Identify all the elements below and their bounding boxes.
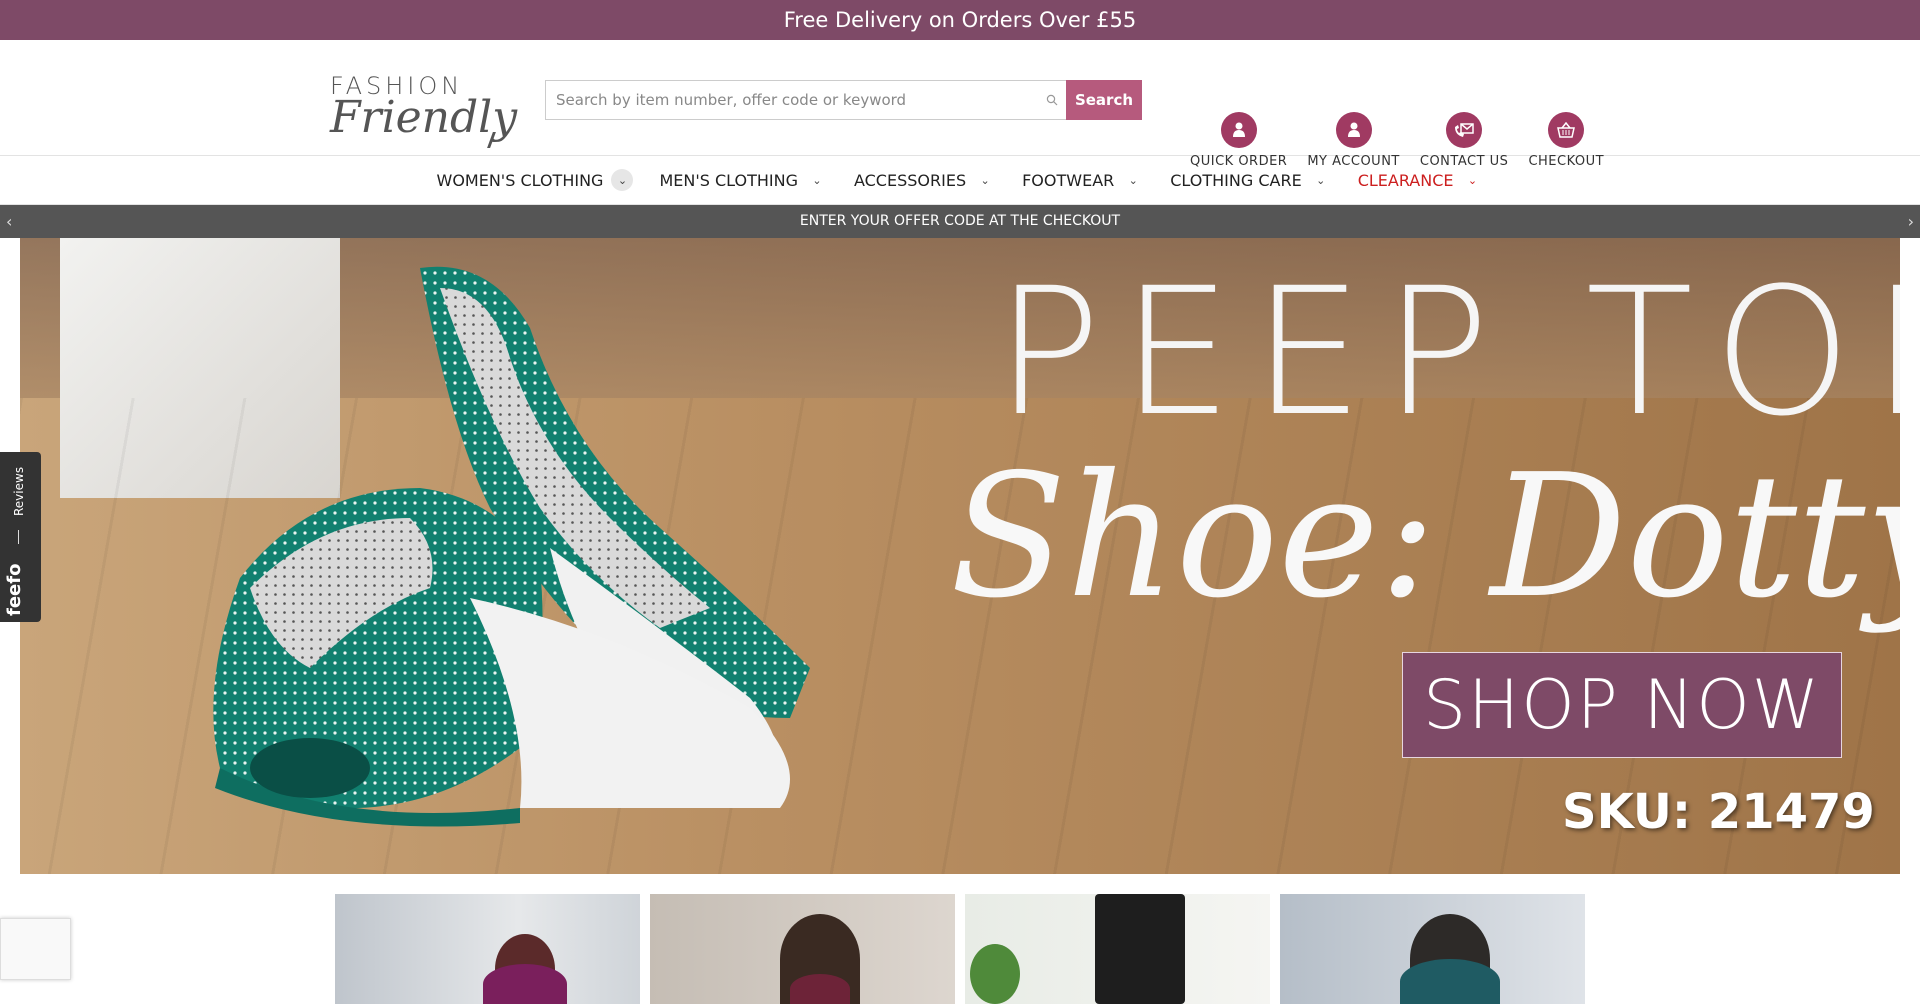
hero-title: PEEP TOE bbox=[995, 250, 1900, 455]
checkout-link[interactable]: CHECKOUT bbox=[1528, 112, 1604, 169]
nav-womens-clothing[interactable]: WOMEN'S CLOTHING ⌄ bbox=[437, 169, 634, 191]
plant-image bbox=[970, 944, 1020, 1004]
chevron-left-icon[interactable]: ‹ bbox=[6, 205, 12, 238]
nav-clearance[interactable]: CLEARANCE ⌄ bbox=[1358, 169, 1484, 191]
trousers-image bbox=[1095, 894, 1185, 1004]
header-links: QUICK ORDER MY ACCOUNT CONTACT US CHECKO… bbox=[1190, 112, 1624, 169]
search-form: Search bbox=[545, 80, 1142, 120]
chevron-down-icon[interactable]: ⌄ bbox=[611, 169, 634, 191]
chevron-right-icon[interactable]: › bbox=[1908, 205, 1914, 238]
nav-label: WOMEN'S CLOTHING bbox=[436, 170, 604, 190]
basket-icon bbox=[1548, 112, 1585, 148]
nav-accessories[interactable]: ACCESSORIES ⌄ bbox=[854, 169, 996, 191]
chevron-down-icon[interactable]: ⌄ bbox=[1462, 169, 1484, 191]
nav-label: MEN'S CLOTHING bbox=[659, 170, 798, 190]
search-box bbox=[545, 80, 1066, 120]
account-icon bbox=[1335, 112, 1372, 148]
shop-now-button[interactable]: SHOP NOW bbox=[1402, 652, 1842, 758]
quick-order-link[interactable]: QUICK ORDER bbox=[1190, 112, 1287, 169]
contact-us-label: CONTACT US bbox=[1419, 154, 1509, 169]
promo-text: Free Delivery on Orders Over £55 bbox=[783, 8, 1137, 32]
quick-order-label: QUICK ORDER bbox=[1190, 154, 1288, 169]
person-icon bbox=[1220, 112, 1257, 148]
logo-line2: Friendly bbox=[330, 92, 518, 143]
nav-label: CLOTHING CARE bbox=[1170, 170, 1302, 190]
checkout-label: CHECKOUT bbox=[1528, 154, 1605, 169]
hero-sku: SKU: 21479 bbox=[1562, 784, 1875, 840]
feefo-reviews-tab[interactable]: Reviews feefo bbox=[0, 452, 41, 622]
model-top bbox=[790, 974, 850, 1004]
hero-subtitle: Shoe: Dotty bbox=[950, 438, 1900, 636]
chevron-down-icon[interactable]: ⌄ bbox=[1122, 169, 1144, 191]
search-button[interactable]: Search bbox=[1066, 80, 1142, 120]
nav-footwear[interactable]: FOOTWEAR ⌄ bbox=[1022, 169, 1144, 191]
product-row bbox=[335, 894, 1595, 1004]
offer-text: ENTER YOUR OFFER CODE AT THE CHECKOUT bbox=[799, 213, 1121, 229]
main-nav: WOMEN'S CLOTHING ⌄ MEN'S CLOTHING ⌄ ACCE… bbox=[0, 156, 1920, 205]
search-icon bbox=[1046, 94, 1058, 106]
site-header: FASHION Friendly Search QUICK ORDER MY A… bbox=[0, 40, 1920, 169]
search-input[interactable] bbox=[556, 91, 1056, 109]
product-card[interactable] bbox=[1280, 894, 1585, 1004]
nav-mens-clothing[interactable]: MEN'S CLOTHING ⌄ bbox=[659, 169, 828, 191]
shoe-image bbox=[213, 266, 810, 827]
feefo-logo: feefo bbox=[4, 563, 25, 616]
product-card[interactable] bbox=[965, 894, 1270, 1004]
model-top bbox=[483, 964, 567, 1004]
chevron-down-icon[interactable]: ⌄ bbox=[806, 169, 828, 191]
product-card[interactable] bbox=[650, 894, 955, 1004]
my-account-label: MY ACCOUNT bbox=[1307, 154, 1400, 169]
contact-us-link[interactable]: CONTACT US bbox=[1420, 112, 1509, 169]
product-card[interactable] bbox=[335, 894, 640, 1004]
reviews-divider bbox=[18, 530, 19, 544]
phone-mail-icon bbox=[1446, 112, 1483, 148]
hero-banner[interactable]: PEEP TOE Shoe: Dotty SHOP NOW SKU: 21479 bbox=[20, 238, 1900, 874]
recaptcha-badge[interactable] bbox=[0, 918, 71, 980]
my-account-link[interactable]: MY ACCOUNT bbox=[1307, 112, 1400, 169]
nav-label: CLEARANCE bbox=[1357, 170, 1454, 190]
nav-clothing-care[interactable]: CLOTHING CARE ⌄ bbox=[1170, 169, 1331, 191]
chevron-down-icon[interactable]: ⌄ bbox=[974, 169, 996, 191]
reviews-label: Reviews bbox=[12, 466, 26, 516]
nav-label: FOOTWEAR bbox=[1022, 170, 1115, 190]
offer-carousel: ‹ ENTER YOUR OFFER CODE AT THE CHECKOUT … bbox=[0, 205, 1920, 238]
model-top bbox=[1400, 959, 1500, 1004]
logo[interactable]: FASHION Friendly bbox=[330, 72, 518, 148]
promo-banner: Free Delivery on Orders Over £55 bbox=[0, 0, 1920, 40]
chevron-down-icon[interactable]: ⌄ bbox=[1310, 169, 1332, 191]
nav-label: ACCESSORIES bbox=[853, 170, 967, 190]
